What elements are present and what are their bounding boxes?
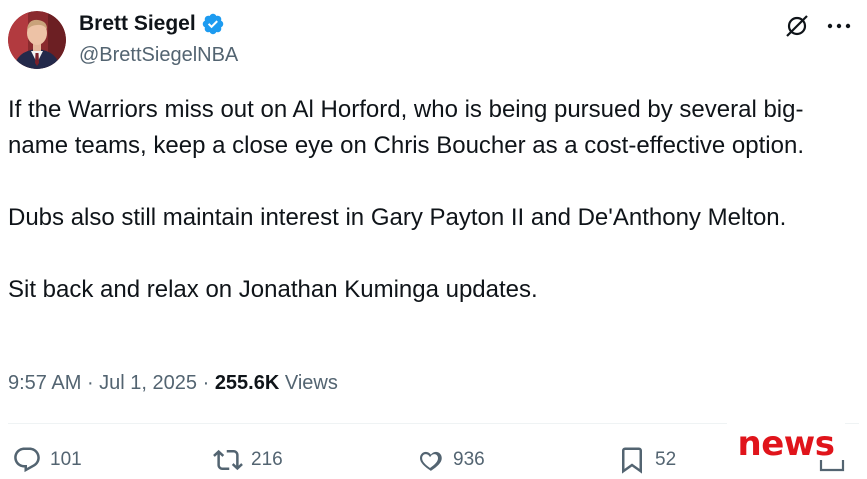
bookmark-icon — [622, 447, 642, 474]
meta-separator: · — [197, 372, 215, 394]
share-icon[interactable] — [818, 458, 846, 474]
bookmark-count: 52 — [655, 449, 677, 470]
author-handle[interactable]: @BrettSiegelNBA — [79, 44, 238, 67]
avatar[interactable] — [8, 11, 66, 69]
tweet-paragraph: If the Warriors miss out on Al Horford, … — [8, 96, 804, 159]
like-count: 936 — [453, 449, 485, 470]
heart-icon — [420, 451, 442, 471]
tweet-paragraph: Sit back and relax on Jonathan Kuminga u… — [8, 276, 538, 303]
more-options-icon[interactable] — [825, 12, 853, 40]
repost-count: 216 — [251, 449, 283, 470]
views-count: 255.6K — [214, 372, 280, 394]
meta-separator: · — [81, 372, 100, 394]
tweet-time[interactable]: 9:57 AM — [8, 372, 81, 394]
reply-button[interactable]: 101 — [12, 445, 82, 475]
grok-icon[interactable] — [783, 12, 811, 40]
verified-badge-icon — [202, 13, 223, 35]
like-button[interactable]: 936 — [415, 445, 485, 475]
views-label: Views — [279, 372, 338, 394]
tweet-meta: 9:57 AM · Jul 1, 2025 · 255.6K Views — [8, 372, 338, 395]
bookmark-button[interactable]: 52 — [617, 445, 676, 475]
repost-button[interactable]: 216 — [213, 445, 283, 475]
tweet-date[interactable]: Jul 1, 2025 — [99, 372, 197, 394]
author-display-name[interactable]: Brett Siegel — [79, 12, 196, 36]
tweet-text: If the Warriors miss out on Al Horford, … — [8, 92, 860, 308]
tweet-paragraph: Dubs also still maintain interest in Gar… — [8, 204, 787, 231]
reply-count: 101 — [50, 449, 82, 470]
reply-icon — [14, 447, 40, 473]
repost-icon — [213, 449, 243, 471]
